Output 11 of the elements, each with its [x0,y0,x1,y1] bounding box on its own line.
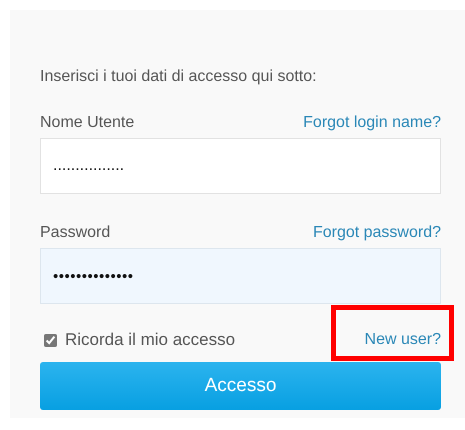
field-label: Password [40,224,110,242]
username-field[interactable]: ................ [40,138,441,194]
field-label: Nome Utente [40,114,134,132]
new-user-link[interactable]: New user? [364,331,441,349]
forgot-link[interactable]: Forgot login name? [303,114,441,132]
remember-label: Ricorda il mio accesso [65,330,236,350]
instructions-text: Inserisci i tuoi dati di accesso qui sotto: [40,68,318,86]
password-field[interactable]: •••••••••••••• [40,248,441,304]
login-button[interactable]: Accesso [40,362,441,410]
forgot-link[interactable]: Forgot password? [312,224,441,242]
remember-checkbox[interactable] [44,334,57,346]
